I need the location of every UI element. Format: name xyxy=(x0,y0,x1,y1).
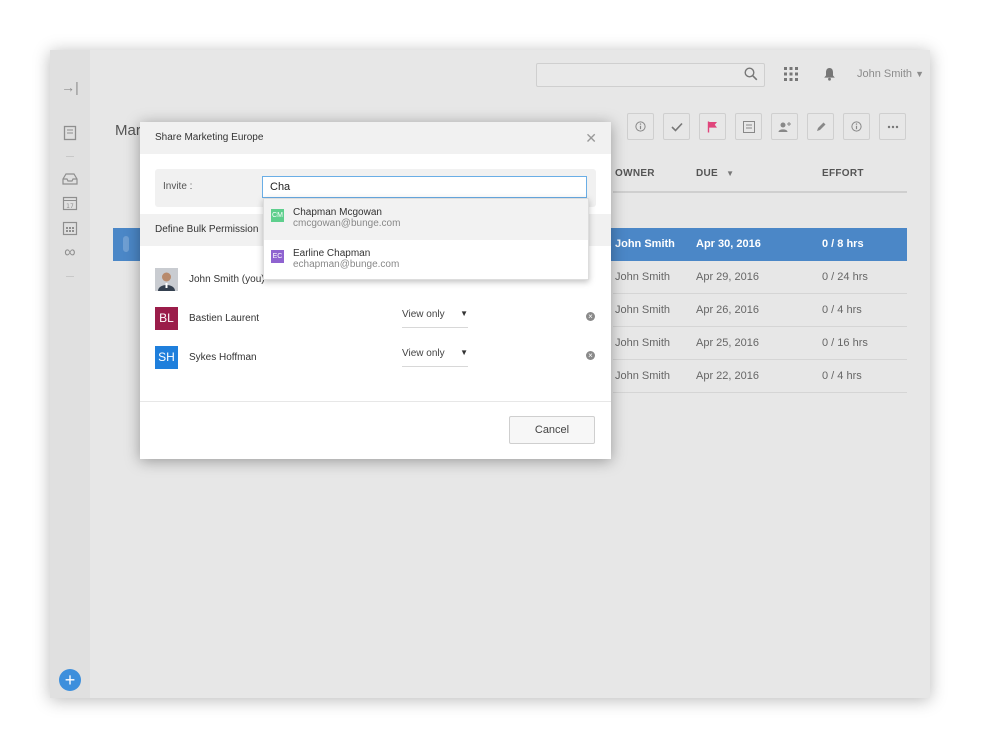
column-header-due-label: DUE xyxy=(696,168,719,179)
remove-member-icon[interactable]: × xyxy=(586,351,595,360)
effort-cell: 0 / 4 hrs xyxy=(822,370,862,382)
sort-desc-icon: ▼ xyxy=(726,169,735,178)
checklist-icon[interactable] xyxy=(735,113,762,140)
calendar-month-icon[interactable] xyxy=(60,219,80,237)
avatar: BL xyxy=(155,307,178,330)
avatar xyxy=(155,268,178,291)
bell-icon[interactable] xyxy=(823,67,836,86)
global-search-input[interactable] xyxy=(536,63,765,87)
invite-input[interactable] xyxy=(262,176,587,198)
column-header-owner[interactable]: OWNER xyxy=(615,168,655,179)
check-icon[interactable] xyxy=(663,113,690,140)
notebook-icon[interactable] xyxy=(60,124,80,142)
bulk-permission-label: Define Bulk Permission xyxy=(155,224,259,235)
rail-divider xyxy=(66,156,74,157)
pencil-icon[interactable] xyxy=(807,113,834,140)
avatar: SH xyxy=(155,346,178,369)
calendar-day-icon[interactable]: 17 xyxy=(60,194,80,212)
rail-divider xyxy=(66,276,74,277)
page-title: Mar xyxy=(115,122,141,139)
owner-cell: John Smith xyxy=(615,304,671,316)
header-divider xyxy=(613,191,907,193)
more-icon[interactable] xyxy=(879,113,906,140)
info-icon[interactable] xyxy=(627,113,654,140)
due-cell: Apr 26, 2016 xyxy=(696,304,759,316)
due-cell: Apr 29, 2016 xyxy=(696,271,759,283)
invite-label: Invite : xyxy=(163,181,193,192)
suggestion-item[interactable]: EC Earline Chapman echapman@bunge.com xyxy=(264,240,588,281)
caret-down-icon: ▼ xyxy=(460,309,468,318)
suggestion-name: Chapman Mcgowan xyxy=(293,207,382,218)
left-rail: →| 17 ∞ + xyxy=(50,50,90,698)
due-cell: Apr 22, 2016 xyxy=(696,370,759,382)
member-name: John Smith (you) xyxy=(189,274,265,285)
suggestion-email: cmcgowan@bunge.com xyxy=(293,218,401,229)
add-user-icon[interactable] xyxy=(771,113,798,140)
member-row: BL Bastien Laurent View only ▼ × xyxy=(155,307,595,331)
invite-suggestions-dropdown: CM Chapman Mcgowan cmcgowan@bunge.com EC… xyxy=(263,198,589,280)
apps-grid-icon[interactable] xyxy=(784,67,798,86)
owner-cell: John Smith xyxy=(615,271,671,283)
svg-text:17: 17 xyxy=(66,203,74,210)
add-button[interactable]: + xyxy=(59,669,81,691)
effort-cell: 0 / 16 hrs xyxy=(822,337,868,349)
share-modal: Share Marketing Europe ✕ Invite : Define… xyxy=(140,122,611,459)
column-header-due[interactable]: DUE ▼ xyxy=(696,168,734,179)
suggestion-item[interactable]: CM Chapman Mcgowan cmcgowan@bunge.com xyxy=(264,199,588,240)
owner-cell: John Smith xyxy=(615,238,675,250)
owner-cell: John Smith xyxy=(615,337,671,349)
effort-cell: 0 / 24 hrs xyxy=(822,271,868,283)
permission-select[interactable]: View only ▼ xyxy=(402,348,468,367)
due-cell: Apr 30, 2016 xyxy=(696,238,761,250)
search-icon[interactable] xyxy=(744,67,758,86)
column-header-effort[interactable]: EFFORT xyxy=(822,168,864,179)
avatar: EC xyxy=(271,250,284,263)
flag-icon[interactable] xyxy=(699,113,726,140)
infinity-icon[interactable]: ∞ xyxy=(60,244,80,262)
effort-cell: 0 / 8 hrs xyxy=(822,238,864,250)
cancel-button[interactable]: Cancel xyxy=(509,416,595,444)
info-icon-2[interactable] xyxy=(843,113,870,140)
close-icon[interactable]: ✕ xyxy=(585,131,597,145)
chevron-down-icon: ▼ xyxy=(915,69,925,79)
row-divider xyxy=(613,392,907,393)
modal-title: Share Marketing Europe xyxy=(155,132,264,143)
avatar: CM xyxy=(271,209,284,222)
user-menu[interactable]: John Smith ▼ xyxy=(857,68,924,80)
due-cell: Apr 25, 2016 xyxy=(696,337,759,349)
permission-value: View only xyxy=(402,348,445,359)
user-name: John Smith xyxy=(857,68,913,80)
modal-header: Share Marketing Europe ✕ xyxy=(140,122,611,154)
suggestion-email: echapman@bunge.com xyxy=(293,259,400,270)
suggestion-name: Earline Chapman xyxy=(293,248,371,259)
caret-down-icon: ▼ xyxy=(460,348,468,357)
inbox-icon[interactable] xyxy=(60,170,80,188)
remove-member-icon[interactable]: × xyxy=(586,312,595,321)
owner-cell: John Smith xyxy=(615,370,671,382)
drag-handle[interactable] xyxy=(123,236,129,252)
permission-select[interactable]: View only ▼ xyxy=(402,309,468,328)
permission-value: View only xyxy=(402,309,445,320)
member-name: Sykes Hoffman xyxy=(189,352,257,363)
member-name: Bastien Laurent xyxy=(189,313,260,324)
effort-cell: 0 / 4 hrs xyxy=(822,304,862,316)
collapse-icon[interactable]: →| xyxy=(60,78,80,96)
member-row: SH Sykes Hoffman View only ▼ × xyxy=(155,346,595,370)
footer-divider xyxy=(140,401,611,402)
